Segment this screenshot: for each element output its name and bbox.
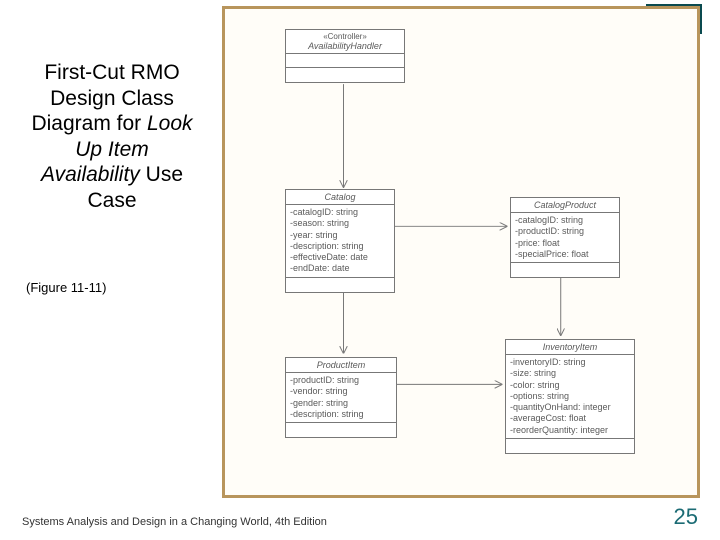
uml-ops-empty: [286, 68, 404, 82]
uml-attr: -color: string: [510, 380, 630, 391]
uml-attrs-empty: [286, 54, 404, 68]
uml-class-label: AvailabilityHandler: [308, 41, 382, 51]
uml-attrs: -productID: string -vendor: string -gend…: [286, 373, 396, 423]
uml-attr: -specialPrice: float: [515, 249, 615, 260]
footer-text: Systems Analysis and Design in a Changin…: [22, 516, 327, 528]
uml-ops-empty: [506, 439, 634, 453]
uml-attr: -averageCost: float: [510, 413, 630, 424]
uml-attr: -options: string: [510, 391, 630, 402]
uml-class-label: ProductItem: [317, 360, 366, 370]
uml-attrs: -inventoryID: string -size: string -colo…: [506, 355, 634, 439]
uml-class-label: CatalogProduct: [534, 200, 596, 210]
uml-stereotype: «Controller»: [290, 32, 400, 41]
uml-class-label: Catalog: [324, 192, 355, 202]
uml-class-controller: «Controller» AvailabilityHandler: [285, 29, 405, 83]
uml-class-name: ProductItem: [286, 358, 396, 373]
uml-attr: -description: string: [290, 409, 392, 420]
uml-attr: -catalogID: string: [290, 207, 390, 218]
uml-class-catalog: Catalog -catalogID: string -season: stri…: [285, 189, 395, 293]
uml-attr: -effectiveDate: date: [290, 252, 390, 263]
uml-class-name: «Controller» AvailabilityHandler: [286, 30, 404, 54]
uml-class-productitem: ProductItem -productID: string -vendor: …: [285, 357, 397, 438]
uml-attr: -season: string: [290, 218, 390, 229]
uml-class-catalogproduct: CatalogProduct -catalogID: string -produ…: [510, 197, 620, 278]
uml-attr: -inventoryID: string: [510, 357, 630, 368]
uml-ops-empty: [286, 423, 396, 437]
uml-attrs: -catalogID: string -season: string -year…: [286, 205, 394, 278]
uml-attr: -description: string: [290, 241, 390, 252]
uml-ops-empty: [511, 263, 619, 277]
uml-attrs: -catalogID: string -productID: string -p…: [511, 213, 619, 263]
uml-class-label: InventoryItem: [543, 342, 598, 352]
uml-attr: -quantityOnHand: integer: [510, 402, 630, 413]
uml-class-name: Catalog: [286, 190, 394, 205]
uml-attr: -size: string: [510, 368, 630, 379]
uml-attr: -price: float: [515, 238, 615, 249]
figure-reference: (Figure 11-11): [26, 280, 106, 295]
uml-attr: -year: string: [290, 230, 390, 241]
uml-class-inventoryitem: InventoryItem -inventoryID: string -size…: [505, 339, 635, 454]
uml-attr: -reorderQuantity: integer: [510, 425, 630, 436]
uml-attr: -vendor: string: [290, 386, 392, 397]
uml-diagram-frame: «Controller» AvailabilityHandler Catalog…: [222, 6, 700, 498]
page-number: 25: [674, 504, 698, 530]
uml-attr: -catalogID: string: [515, 215, 615, 226]
uml-attr: -gender: string: [290, 398, 392, 409]
uml-ops-empty: [286, 278, 394, 292]
slide: 11 First-Cut RMO Design Class Diagram fo…: [0, 0, 720, 540]
slide-title: First-Cut RMO Design Class Diagram for L…: [26, 60, 198, 214]
uml-class-name: CatalogProduct: [511, 198, 619, 213]
uml-attr: -productID: string: [290, 375, 392, 386]
uml-attr: -endDate: date: [290, 263, 390, 274]
uml-class-name: InventoryItem: [506, 340, 634, 355]
uml-attr: -productID: string: [515, 226, 615, 237]
